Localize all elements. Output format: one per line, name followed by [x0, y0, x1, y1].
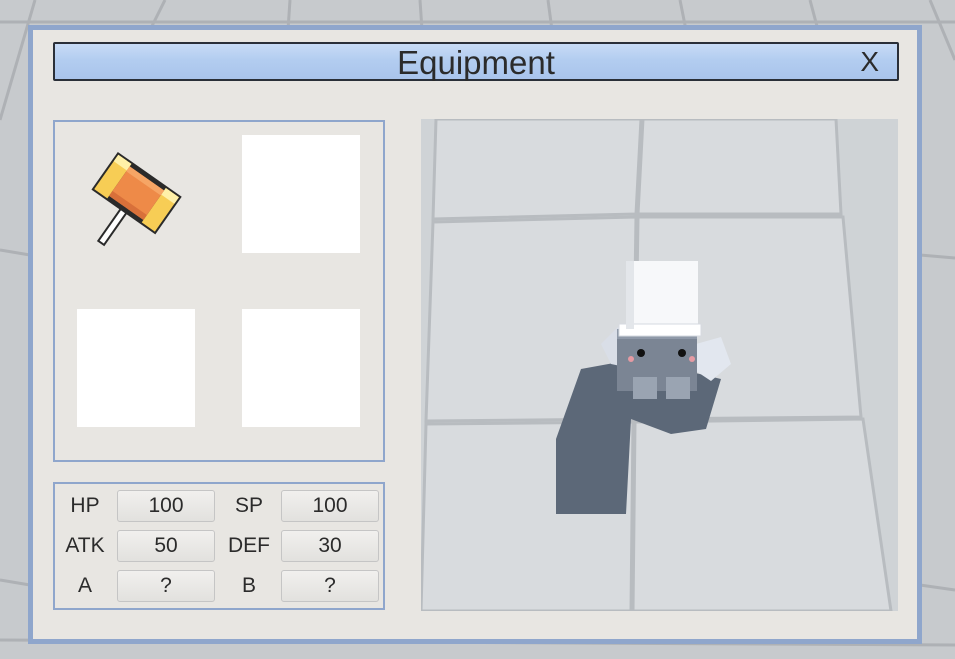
stats-panel: HP 100 SP 100 ATK 50 DEF 30 A ? B ? [53, 482, 385, 610]
equipment-slots-panel [53, 120, 385, 462]
hp-value: 100 [117, 490, 215, 522]
b-value: ? [281, 570, 379, 602]
equipment-slot-4[interactable] [242, 309, 360, 427]
close-button[interactable]: X [860, 47, 879, 77]
hammer-icon [91, 151, 182, 247]
window-title: Equipment [397, 44, 555, 81]
a-value: ? [117, 570, 215, 602]
atk-label: ATK [65, 534, 105, 557]
sp-value: 100 [281, 490, 379, 522]
title-bar[interactable]: Equipment X [53, 42, 899, 81]
character-preview-render [421, 119, 898, 611]
equipment-slot-2[interactable] [242, 135, 360, 253]
a-label: A [77, 574, 92, 597]
equipment-window: Equipment X HP 100 SP 100 ATK 50 DEF 30 … [28, 25, 922, 644]
b-label: B [241, 574, 256, 597]
sp-label: SP [234, 494, 263, 517]
equipment-slot-1[interactable] [77, 135, 195, 253]
def-label: DEF [228, 534, 270, 557]
character-preview [421, 119, 898, 611]
atk-value: 50 [117, 530, 215, 562]
equipment-slot-3[interactable] [77, 309, 195, 427]
def-value: 30 [281, 530, 379, 562]
hp-label: HP [70, 494, 100, 517]
